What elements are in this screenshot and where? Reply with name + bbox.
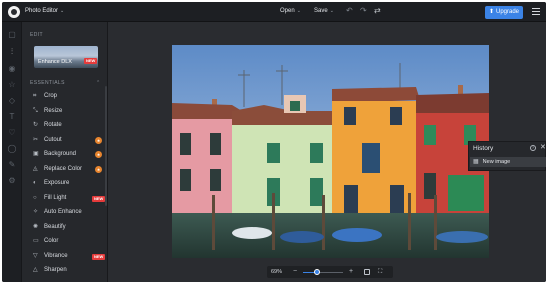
- save-button[interactable]: Save ⌄: [314, 8, 334, 14]
- chevron-up-icon[interactable]: ⌃: [96, 80, 100, 86]
- hamburger-menu-icon[interactable]: [532, 8, 540, 15]
- help-icon[interactable]: ?: [530, 145, 536, 151]
- fit-screen-icon[interactable]: [364, 269, 370, 275]
- tool-item-vibrance[interactable]: ▽ Vibrance NEW: [33, 251, 106, 262]
- enhance-dlx-card[interactable]: Enhance DLX NEW: [34, 46, 98, 68]
- tool-item-exposure[interactable]: ◐ Exposure: [33, 178, 105, 189]
- rotate-icon: ↻: [33, 122, 39, 128]
- tool-item-label: Resize: [44, 107, 63, 114]
- new-badge: NEW: [92, 195, 106, 202]
- background-icon: ▣: [33, 151, 39, 157]
- tool-item-label: Color: [44, 238, 59, 244]
- tool-item-label: Rotate: [44, 122, 62, 128]
- sparkle-icon: ✧: [33, 209, 39, 215]
- bulb-icon: ○: [33, 194, 37, 201]
- zoom-slider-handle[interactable]: [314, 269, 320, 275]
- chevron-down-icon: ⌄: [329, 8, 334, 14]
- tool-item-label: Fill Light: [44, 194, 67, 201]
- tool-item-background[interactable]: ▣ Background ★: [33, 149, 105, 160]
- image-icon: ▦: [473, 159, 479, 165]
- tool-item-crop[interactable]: ⌗ Crop: [33, 91, 105, 102]
- history-item-label: New image: [482, 159, 511, 165]
- chevron-down-icon: ⌄: [60, 8, 65, 14]
- fullscreen-icon[interactable]: ⛶: [378, 267, 382, 277]
- tool-item-sharpen[interactable]: △ Sharpen: [33, 265, 105, 276]
- top-bar: Photo Editor ⌄ Open ⌄ Save ⌄ ↶ ↷ ⇄ ⬆ Upgrade: [2, 2, 546, 22]
- history-panel: History ? ✕ ▦ New image: [468, 141, 546, 171]
- tool-item-label: Crop: [44, 93, 58, 99]
- heart-icon[interactable]: ♡: [7, 128, 17, 138]
- app-title-menu[interactable]: Photo Editor ⌄: [25, 8, 64, 14]
- close-icon[interactable]: ✕: [540, 143, 546, 151]
- resize-icon: ⤡: [33, 107, 38, 114]
- scissors-icon: ✂: [33, 136, 39, 143]
- save-label: Save: [314, 8, 328, 14]
- tool-item-label: Exposure: [44, 180, 70, 186]
- tool-item-fill-light[interactable]: ○ Fill Light NEW: [33, 193, 106, 204]
- tool-item-beautify[interactable]: ✺ Beautify: [33, 222, 105, 233]
- tool-item-resize[interactable]: ⤡ Resize: [33, 106, 105, 117]
- text-icon[interactable]: T: [7, 112, 17, 122]
- adjust-sliders-icon[interactable]: ⫶: [7, 47, 17, 57]
- tools-panel: EDIT Enhance DLX NEW ESSENTIALS ⌃ ⌗ Crop ⤡…: [22, 22, 108, 282]
- exposure-icon: ◐: [33, 180, 37, 186]
- tool-item-rotate[interactable]: ↻ Rotate: [33, 120, 105, 131]
- premium-star-icon: ★: [95, 165, 102, 173]
- upgrade-label: Upgrade: [496, 9, 520, 15]
- zoom-out-icon[interactable]: −: [293, 267, 297, 277]
- history-item[interactable]: ▦ New image: [470, 157, 546, 167]
- tool-item-cutout[interactable]: ✂ Cutout ★: [33, 135, 105, 146]
- tool-item-label: Beautify: [44, 223, 66, 230]
- tool-item-label: Auto Enhance: [44, 209, 82, 215]
- tool-item-replace-color[interactable]: ◬ Replace Color ★: [33, 164, 105, 175]
- edit-section-title: EDIT: [30, 32, 43, 38]
- essentials-section-title: ESSENTIALS: [30, 80, 65, 86]
- draw-icon[interactable]: ✎: [7, 160, 17, 170]
- frame-icon[interactable]: ◯: [7, 144, 17, 154]
- premium-star-icon: ★: [95, 136, 102, 144]
- crop-icon: ⌗: [33, 93, 37, 99]
- enhance-dlx-label: Enhance DLX: [38, 59, 72, 65]
- open-button[interactable]: Open ⌄: [280, 8, 301, 14]
- star-icon[interactable]: ☆: [7, 80, 17, 90]
- upgrade-button[interactable]: ⬆ Upgrade: [485, 6, 523, 19]
- photo-image[interactable]: [172, 45, 489, 258]
- tool-item-label: Cutout: [44, 136, 62, 143]
- zoom-in-icon[interactable]: +: [349, 267, 353, 277]
- shapes-icon[interactable]: ◇: [7, 96, 17, 106]
- app-title-label: Photo Editor: [25, 8, 59, 14]
- history-title: History: [473, 145, 494, 152]
- undo-icon[interactable]: ↶: [346, 6, 353, 15]
- new-badge: NEW: [92, 253, 106, 260]
- bucket-icon: ◬: [33, 165, 38, 172]
- tool-category-rail: ▢ ⫶ ◉ ☆ ◇ T ♡ ◯ ✎ ⚙: [2, 22, 22, 282]
- tool-item-label: Replace Color: [44, 165, 83, 172]
- tool-item-label: Sharpen: [44, 267, 67, 273]
- premium-star-icon: ★: [95, 151, 102, 158]
- open-label: Open: [280, 8, 295, 14]
- tool-item-label: Vibrance: [44, 252, 68, 259]
- redo-icon[interactable]: ↷: [360, 6, 367, 15]
- new-badge: NEW: [84, 58, 98, 64]
- zoom-value[interactable]: 69%: [271, 269, 282, 275]
- eye-icon[interactable]: ◉: [7, 64, 17, 74]
- vibrance-icon: ▽: [33, 252, 38, 259]
- color-icon: ▭: [33, 238, 39, 244]
- zoom-controls: 69% − + ⛶: [267, 266, 393, 278]
- beautify-icon: ✺: [33, 223, 39, 230]
- panel-scrollbar[interactable]: [105, 86, 107, 206]
- photo-illustration: [172, 45, 489, 258]
- layers-icon[interactable]: ▢: [7, 30, 17, 40]
- chevron-down-icon: ⌄: [296, 8, 301, 14]
- photo-editor-window: Photo Editor ⌄ Open ⌄ Save ⌄ ↶ ↷ ⇄ ⬆ Upgrade…: [2, 2, 546, 282]
- settings-icon[interactable]: ⚙: [7, 176, 17, 186]
- tool-item-label: Background: [44, 151, 77, 157]
- sharpen-icon: △: [33, 267, 38, 273]
- tool-item-auto-enhance[interactable]: ✧ Auto Enhance: [33, 207, 105, 218]
- tool-item-color[interactable]: ▭ Color: [33, 236, 105, 247]
- upgrade-icon: ⬆: [488, 9, 494, 15]
- compare-icon[interactable]: ⇄: [374, 6, 381, 15]
- app-logo[interactable]: [8, 6, 20, 18]
